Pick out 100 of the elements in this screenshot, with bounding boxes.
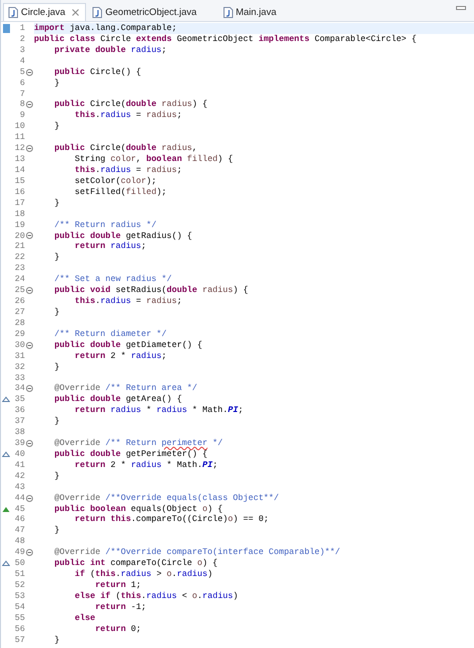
collapse-icon[interactable]	[26, 494, 33, 502]
line-number: 10	[14, 121, 25, 132]
line-number: 22	[14, 252, 25, 264]
triangle-icon[interactable]	[2, 450, 10, 458]
code-line: }	[53, 78, 60, 88]
code-line: public Circle(double radius) {	[53, 99, 208, 110]
code-line: public Circle() {	[53, 66, 142, 77]
code-line: else	[74, 612, 96, 623]
editor-tab[interactable]: Circle.java	[3, 3, 86, 21]
line-number: 26	[14, 296, 25, 307]
line-number: 30	[14, 340, 25, 351]
line-number: 4	[18, 56, 25, 67]
line-number: 14	[14, 164, 25, 176]
editor-tab[interactable]: GeometricObject.java	[88, 3, 203, 21]
line-number: 47	[14, 525, 25, 536]
code-line: public boolean equals(Object o) {	[53, 504, 223, 514]
code-line: return 0;	[94, 624, 142, 634]
editor-tab[interactable]: Main.java	[218, 3, 282, 21]
line-number: 39	[14, 438, 25, 449]
code-line: }	[53, 306, 60, 317]
code-line: public double getArea() {	[53, 394, 182, 404]
code-line: }	[53, 416, 60, 426]
code-line: @Override /**Override compareTo(interface Comparable)**/	[53, 547, 340, 558]
code-line: this.radius = radius;	[74, 296, 182, 306]
code-line: public double getPerimeter() {	[53, 448, 208, 459]
line-number: 51	[14, 569, 25, 580]
collapse-icon[interactable]	[26, 287, 33, 294]
line-number: 23	[14, 263, 25, 274]
line-number: 40	[14, 448, 25, 460]
triangle-icon[interactable]	[2, 560, 10, 568]
code-line: return 2 * radius * Math.PI;	[74, 460, 218, 470]
line-number: 28	[14, 318, 25, 329]
line-number: 16	[14, 186, 25, 198]
collapse-icon[interactable]	[26, 232, 33, 240]
line-number: 36	[14, 405, 25, 416]
line-number: 15	[14, 176, 25, 187]
line-number: 12	[14, 143, 25, 154]
code-line: return radius;	[74, 241, 146, 252]
code-line: @Override /** Return perimeter */	[53, 438, 223, 448]
line-number: 38	[14, 427, 25, 438]
line-number: 55	[14, 612, 25, 624]
file-icon	[222, 6, 233, 18]
code-line: setFilled(filled);	[74, 186, 167, 197]
code-line: @Override /**Override equals(class Object**/	[53, 492, 279, 503]
collapse-icon[interactable]	[26, 145, 33, 152]
line-number: 50	[14, 558, 25, 570]
collapse-icon[interactable]	[26, 101, 33, 108]
line-number: 25	[14, 285, 25, 296]
line-number: 44	[14, 492, 25, 504]
triangle-icon[interactable]	[2, 506, 10, 513]
line-number: 42	[14, 470, 25, 482]
collapse-icon[interactable]	[26, 440, 33, 447]
line-number: 27	[14, 306, 25, 318]
line-number: 46	[14, 514, 25, 526]
code-line: return 1;	[94, 580, 142, 590]
collapse-icon[interactable]	[26, 342, 33, 349]
line-number: 6	[18, 78, 25, 89]
line-number: 7	[18, 88, 25, 100]
line-number: 18	[14, 208, 25, 220]
line-number: 56	[14, 624, 25, 635]
collapse-icon[interactable]	[26, 68, 33, 76]
collapse-icon[interactable]	[26, 385, 33, 392]
minimize-icon[interactable]	[456, 6, 466, 11]
line-number: 24	[14, 274, 25, 286]
code-line: }	[53, 198, 60, 208]
close-icon[interactable]	[72, 9, 80, 16]
code-line: import java.lang.Comparable;	[34, 23, 177, 33]
line-number: 8	[18, 99, 25, 110]
collapse-icon[interactable]	[26, 549, 33, 556]
code-line: /** Set a new radius */	[53, 274, 172, 284]
line-number: 5	[18, 66, 25, 78]
line-number: 9	[18, 110, 25, 122]
line-number: 48	[14, 536, 25, 548]
code-line: }	[53, 525, 60, 536]
line-number: 32	[14, 362, 25, 373]
code-line: return 2 * radius;	[74, 350, 167, 361]
line-number: 43	[14, 482, 25, 493]
line-number: 49	[14, 547, 25, 558]
code-line: public void setRadius(double radius) {	[53, 285, 248, 296]
code-line: else if (this.radius < o.radius)	[74, 590, 238, 601]
line-number: 29	[14, 328, 25, 340]
line-number: 13	[14, 154, 25, 165]
line-number: 53	[14, 590, 25, 602]
code-line: }	[53, 121, 60, 132]
triangle-icon[interactable]	[2, 396, 10, 404]
code-line: @Override /** Return area */	[53, 383, 198, 394]
line-number: 33	[14, 372, 25, 384]
line-number: 19	[14, 220, 25, 231]
code-line: }	[53, 634, 60, 645]
line-number: 52	[14, 580, 25, 591]
code-line: public double getRadius() {	[53, 230, 192, 241]
line-number: 1	[18, 23, 25, 34]
code-line: return this.compareTo((Circle)o) == 0;	[74, 514, 269, 524]
code-line: public Circle(double radius,	[53, 143, 198, 154]
code-line: public class Circle extends GeometricObject implements Comparable<Circle> {	[34, 34, 417, 44]
code-line: /** Return diameter */	[53, 328, 167, 339]
line-number: 57	[14, 634, 25, 646]
code-line: /** Return radius */	[53, 220, 156, 230]
code-line: }	[53, 252, 60, 262]
code-line: }	[53, 362, 60, 372]
